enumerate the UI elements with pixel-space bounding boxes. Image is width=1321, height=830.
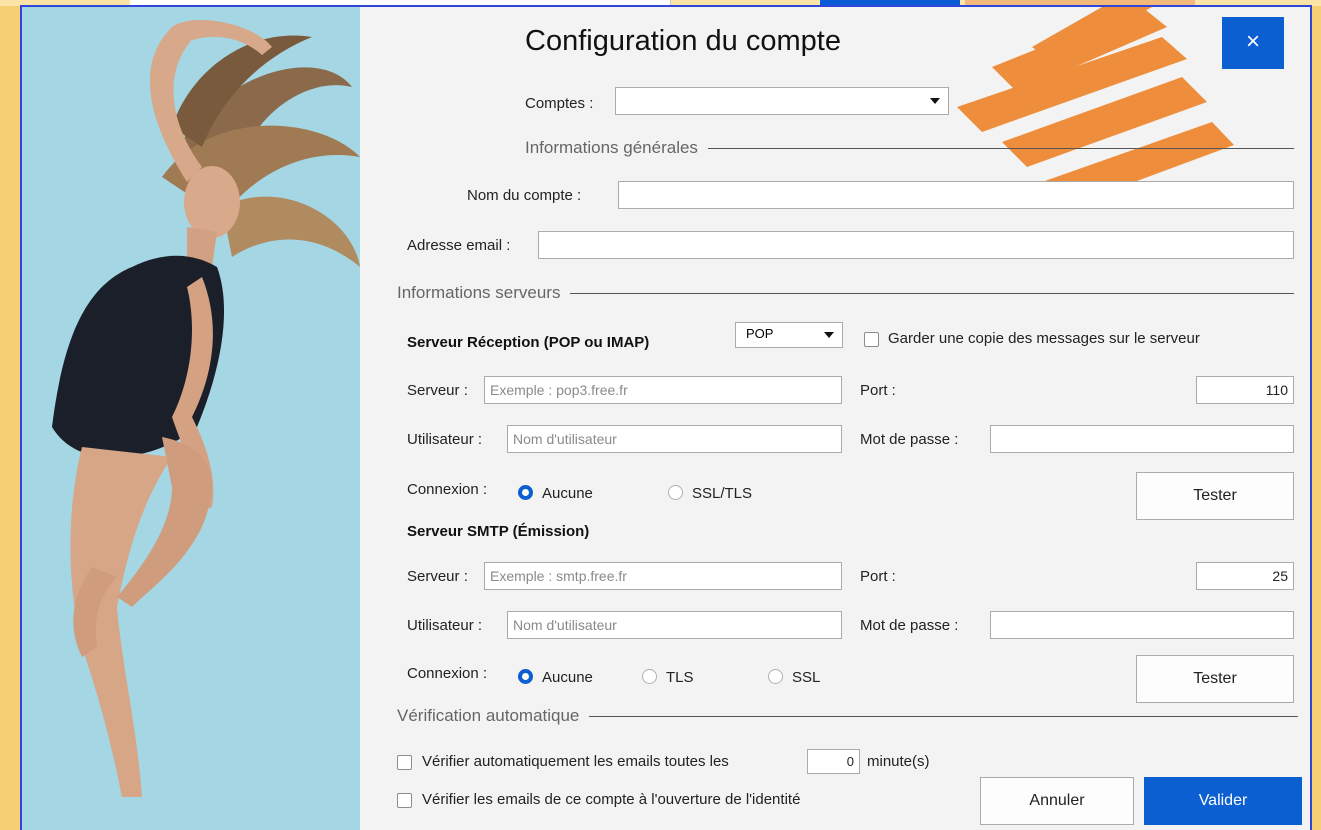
chevron-down-icon — [930, 98, 940, 104]
auto-check-interval-field[interactable] — [807, 749, 860, 774]
validate-button[interactable]: Valider — [1144, 777, 1302, 825]
incoming-connection-ssltls-radio[interactable] — [668, 485, 683, 500]
incoming-protocol-select[interactable]: POP — [735, 322, 843, 348]
accounts-select[interactable] — [615, 87, 949, 115]
incoming-test-button[interactable]: Tester — [1136, 472, 1294, 520]
smtp-connection-tls-label: TLS — [666, 669, 694, 686]
account-config-dialog: Configuration du compte × Comptes : Info… — [20, 5, 1312, 830]
auto-check-interval-unit: minute(s) — [867, 753, 930, 770]
account-name-field[interactable] — [618, 181, 1294, 209]
dialog-title: Configuration du compte — [525, 25, 841, 57]
smtp-server-field[interactable] — [484, 562, 842, 590]
smtp-port-field[interactable] — [1196, 562, 1294, 590]
general-section-title: Informations générales — [525, 138, 708, 158]
incoming-port-label: Port : — [860, 382, 896, 399]
smtp-user-field[interactable] — [507, 611, 842, 639]
cancel-button[interactable]: Annuler — [980, 777, 1134, 825]
incoming-protocol-value: POP — [746, 326, 774, 341]
smtp-connection-ssl-radio[interactable] — [768, 669, 783, 684]
smtp-user-label: Utilisateur : — [407, 617, 483, 634]
smtp-port-label: Port : — [860, 568, 896, 585]
incoming-password-field[interactable] — [990, 425, 1294, 453]
check-on-open-checkbox[interactable] — [397, 793, 412, 808]
close-icon: × — [1245, 28, 1260, 55]
smtp-connection-tls-radio[interactable] — [642, 669, 657, 684]
smtp-server-label: Serveur : — [407, 568, 468, 585]
smtp-connection-none-label: Aucune — [542, 669, 593, 686]
incoming-user-field[interactable] — [507, 425, 842, 453]
incoming-server-heading: Serveur Réception (POP ou IMAP) — [407, 334, 650, 351]
incoming-connection-label: Connexion : — [407, 481, 488, 498]
smtp-password-label: Mot de passe : — [860, 617, 959, 634]
email-address-label: Adresse email : — [407, 237, 511, 254]
close-button[interactable]: × — [1222, 17, 1284, 69]
smtp-password-field[interactable] — [990, 611, 1294, 639]
keep-copy-checkbox[interactable] — [864, 332, 879, 347]
incoming-connection-ssltls-label: SSL/TLS — [692, 485, 753, 502]
smtp-server-heading: Serveur SMTP (Émission) — [407, 523, 590, 540]
smtp-connection-ssl-label: SSL — [792, 669, 821, 686]
incoming-password-label: Mot de passe : — [860, 431, 959, 448]
email-address-field[interactable] — [538, 231, 1294, 259]
auto-check-label: Vérifier automatiquement les emails tout… — [422, 753, 729, 770]
check-on-open-label: Vérifier les emails de ce compte à l'ouv… — [422, 791, 801, 808]
incoming-connection-none-label: Aucune — [542, 485, 593, 502]
dancer-photo — [22, 7, 360, 830]
smtp-connection-label: Connexion : — [407, 665, 488, 682]
auto-check-section-title: Vérification automatique — [397, 706, 590, 726]
accounts-label: Comptes : — [525, 95, 594, 112]
keep-copy-label: Garder une copie des messages sur le ser… — [888, 330, 1200, 347]
incoming-server-label: Serveur : — [407, 382, 468, 399]
incoming-connection-none-radio[interactable] — [518, 485, 533, 500]
chevron-down-icon — [824, 332, 834, 338]
servers-section-title: Informations serveurs — [397, 283, 571, 303]
incoming-user-label: Utilisateur : — [407, 431, 483, 448]
incoming-port-field[interactable] — [1196, 376, 1294, 404]
auto-check-checkbox[interactable] — [397, 755, 412, 770]
account-name-label: Nom du compte : — [467, 187, 582, 204]
incoming-server-field[interactable] — [484, 376, 842, 404]
smtp-connection-none-radio[interactable] — [518, 669, 533, 684]
smtp-test-button[interactable]: Tester — [1136, 655, 1294, 703]
